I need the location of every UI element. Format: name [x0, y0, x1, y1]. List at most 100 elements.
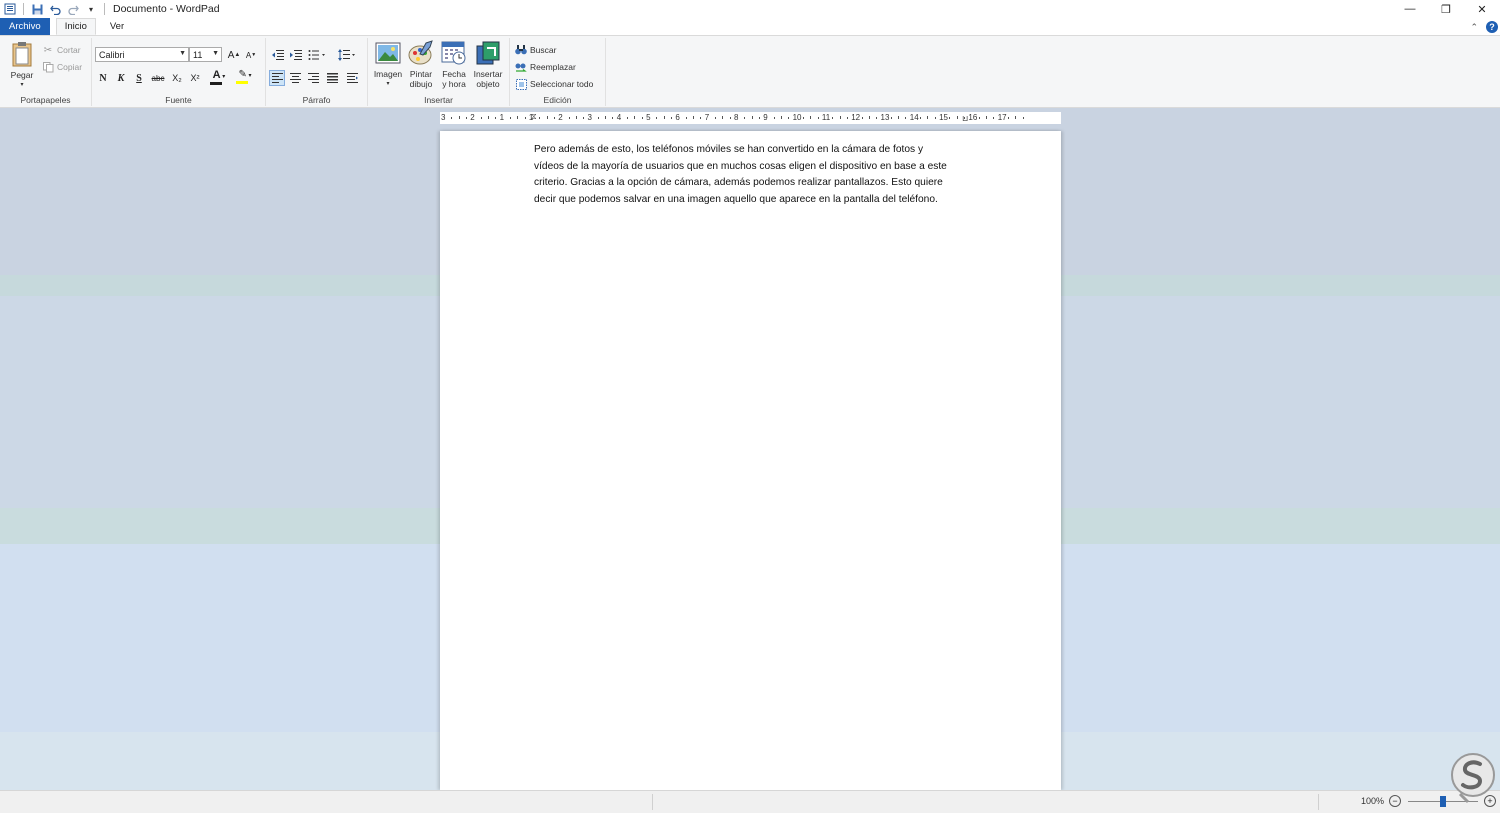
ruler-tick [612, 117, 614, 119]
date-time-button[interactable]: Fecha y hora [438, 40, 470, 89]
ruler-tick [817, 117, 819, 119]
ruler-tick [905, 117, 907, 119]
window-controls: — ❐ ✕ [1392, 0, 1500, 18]
tab-archivo[interactable]: Archivo [0, 18, 50, 35]
minimize-button[interactable]: — [1392, 0, 1428, 18]
cut-label: Cortar [57, 45, 81, 55]
decrease-indent-icon[interactable] [270, 47, 286, 63]
tab-ver[interactable]: Ver [102, 18, 132, 35]
undo-icon[interactable] [48, 2, 62, 16]
save-icon[interactable] [30, 2, 44, 16]
superscript-button[interactable]: X² [187, 70, 203, 86]
title-bar: ▾ Documento - WordPad — ❐ ✕ [0, 0, 1500, 18]
replace-icon [515, 61, 527, 73]
ribbon-right-controls: ⌃ ? [1470, 19, 1498, 35]
ruler-tick [758, 117, 760, 119]
right-indent-marker[interactable]: ⊔ [962, 114, 968, 123]
font-color-bar [210, 81, 222, 85]
paint-drawing-label-1: Pintar [409, 69, 433, 79]
ruler-number: 4 [616, 113, 622, 122]
shrink-font-button[interactable]: A ▼ [243, 47, 259, 63]
ruler-tick [920, 117, 922, 119]
ruler-tick [773, 117, 775, 119]
align-center-icon[interactable] [287, 70, 303, 86]
group-insert: Imagen ▾ Pintar dibujo Fecha y hora Inse… [368, 38, 510, 106]
ruler-tick [832, 117, 834, 119]
wordpad-app-icon[interactable] [3, 2, 17, 16]
ruler-tick [986, 116, 988, 119]
close-button[interactable]: ✕ [1464, 0, 1500, 18]
font-size-select[interactable]: 11 ▼ [189, 47, 222, 62]
group-paragraph: Párrafo [266, 38, 368, 106]
insert-image-button[interactable]: Imagen ▾ [372, 40, 404, 89]
find-button[interactable]: Buscar [515, 44, 556, 56]
document-body-text[interactable]: Pero además de esto, los teléfonos móvil… [534, 142, 974, 208]
chevron-down-icon: ▼ [179, 50, 186, 57]
underline-button[interactable]: S [131, 70, 147, 86]
highlight-color-bar [236, 81, 248, 84]
customize-qat-icon[interactable]: ▾ [84, 2, 98, 16]
select-all-button[interactable]: Seleccionar todo [515, 78, 593, 90]
ruler-tick [861, 117, 863, 119]
document-page[interactable]: Pero además de esto, los teléfonos móvil… [440, 131, 1061, 790]
ruler-tick [934, 117, 936, 119]
ruler-tick [868, 116, 870, 119]
subscript-button[interactable]: X₂ [169, 70, 185, 86]
help-icon[interactable]: ? [1486, 21, 1498, 33]
strikethrough-button[interactable]: abc [150, 70, 166, 86]
replace-button[interactable]: Reemplazar [515, 61, 576, 73]
ruler-number: 1 [499, 113, 505, 122]
zoom-level-label[interactable]: 100% [1361, 796, 1384, 806]
ruler-number: 17 [997, 113, 1007, 122]
copy-button[interactable]: Copiar [42, 61, 82, 73]
ruler-number: 3 [441, 113, 446, 122]
date-time-label-1: Fecha [442, 69, 466, 79]
ruler-number: 11 [821, 113, 831, 122]
paste-label: Pegar [10, 70, 34, 80]
grow-font-button[interactable]: A ▲ [226, 47, 242, 63]
group-label-editing: Edición [543, 95, 572, 105]
ruler-tick [539, 117, 541, 119]
highlight-button[interactable]: ✎ ▾ [234, 69, 256, 85]
ribbon-tabs: Archivo Inicio Ver ⌃ ? [0, 18, 1500, 36]
font-family-select[interactable]: Calibri ▼ [95, 47, 189, 62]
paint-drawing-label-2: dibujo [409, 79, 433, 89]
ruler-tick [993, 117, 995, 119]
redo-icon[interactable] [66, 2, 80, 16]
ruler-tick [744, 117, 746, 119]
insert-object-button[interactable]: Insertar objeto [471, 40, 505, 89]
copy-icon [42, 61, 54, 73]
zoom-slider-thumb[interactable] [1440, 796, 1446, 807]
italic-button[interactable]: K [113, 70, 129, 86]
ruler-tick [546, 116, 548, 119]
paint-drawing-button[interactable]: Pintar dibujo [405, 40, 437, 89]
line-spacing-icon[interactable] [336, 47, 358, 63]
tab-inicio[interactable]: Inicio [55, 18, 96, 35]
ruler-tick [685, 117, 687, 119]
justify-icon[interactable] [324, 70, 340, 86]
increase-indent-icon[interactable] [288, 47, 304, 63]
copy-label: Copiar [57, 62, 83, 72]
ruler-number: 1 [528, 113, 534, 122]
font-color-button[interactable]: A ▾ [208, 69, 230, 85]
ruler-tick [575, 116, 577, 119]
ruler-tick [1022, 117, 1024, 119]
bullets-list-icon[interactable] [306, 47, 328, 63]
paste-button[interactable]: Pegar ▾ [8, 40, 36, 90]
ruler-tick [517, 116, 519, 119]
restore-button[interactable]: ❐ [1428, 0, 1464, 18]
ruler-tick [780, 116, 782, 119]
paste-dropdown-icon[interactable]: ▾ [20, 80, 23, 90]
align-right-icon[interactable] [305, 70, 321, 86]
cut-button[interactable]: ✂ Cortar [42, 44, 81, 56]
group-font: Calibri ▼ 11 ▼ A ▲ A ▼ N K S abc X₂ X² A ▾… [92, 38, 266, 106]
zoom-out-icon[interactable]: − [1389, 795, 1401, 807]
horizontal-ruler[interactable]: ⧖ ⊔ 3 2 1 1 2 3 4 5 6 7 8 9 10 11 12 13 14 15 16 17 [440, 112, 1061, 124]
collapse-ribbon-icon[interactable]: ⌃ [1470, 22, 1478, 33]
ruler-tick [802, 117, 804, 119]
paragraph-settings-icon[interactable] [344, 70, 360, 86]
align-left-icon[interactable] [269, 70, 285, 86]
bold-button[interactable]: N [95, 70, 111, 86]
binoculars-icon [515, 44, 527, 56]
group-label-clipboard: Portapapeles [20, 95, 71, 105]
